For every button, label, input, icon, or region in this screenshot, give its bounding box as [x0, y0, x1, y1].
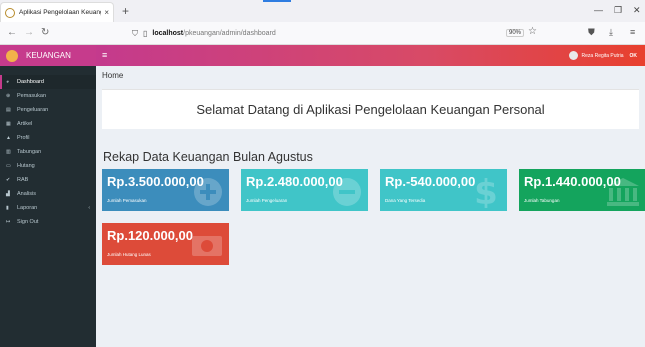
- user-icon: ▲: [6, 135, 11, 141]
- sidebar-item-dashboard[interactable]: ◕ Dashboard: [0, 75, 96, 89]
- sidebar-item-pengeluaran[interactable]: ▤ Pengeluaran: [0, 103, 96, 117]
- stat-amount: Rp.3.500.000,00: [107, 174, 204, 189]
- favicon-icon: [5, 7, 15, 18]
- svg-text:$: $: [474, 174, 498, 208]
- url-path: /pkeuangan/admin/dashboard: [183, 30, 276, 37]
- main-content: Home Selamat Datang di Aplikasi Pengelol…: [96, 66, 645, 347]
- sidebar-item-laporan[interactable]: ▮ Laporan ‹: [0, 201, 96, 215]
- sidebar-menu: ◕ Dashboard ⊕ Pemasukan ▤ Pengeluaran ▦ …: [0, 75, 96, 229]
- stat-label: Jumlah Pemasukan: [107, 198, 147, 203]
- download-icon[interactable]: ⤓: [609, 27, 613, 38]
- user-name: Reza Regita Putria: [581, 52, 624, 59]
- shield-icon: ⛉: [132, 28, 138, 38]
- dashboard-icon: ◕: [6, 79, 10, 85]
- stat-label: Jumlah Hutang Lunas: [107, 252, 151, 257]
- stat-amount: Rp.120.000,00: [107, 228, 194, 243]
- address-bar[interactable]: ⛉ ▯ localhost /pkeuangan/admin/dashboard: [132, 25, 552, 42]
- welcome-box: Selamat Datang di Aplikasi Pengelolaan K…: [102, 89, 639, 129]
- minimize-icon[interactable]: —: [594, 5, 603, 15]
- sidebar: KEUANGAN MAIN NAVIGATION ◕ Dashboard ⊕ P…: [0, 45, 96, 347]
- tab-title: Aplikasi Pengelolaan Keuangan: [19, 9, 101, 16]
- chevron-left-icon: ‹: [88, 205, 90, 211]
- sidebar-item-label: Pengeluaran: [17, 107, 49, 113]
- logo-icon: [6, 49, 18, 62]
- newspaper-icon: ▦: [6, 121, 11, 127]
- user-menu[interactable]: Reza Regita Putria OK: [568, 51, 638, 60]
- sidebar-item-label: Pemasukan: [17, 93, 47, 99]
- back-icon[interactable]: ←: [7, 27, 17, 38]
- check-icon: ✔: [6, 177, 11, 183]
- restore-icon[interactable]: ❐: [614, 5, 622, 16]
- sidebar-item-label: Dashboard: [17, 79, 44, 85]
- avatar: [568, 51, 578, 60]
- sidebar-item-profil[interactable]: ▲ Profil: [0, 131, 96, 145]
- bookmark-star-icon[interactable]: ☆: [528, 26, 537, 37]
- sidebar-item-label: Hutang: [17, 163, 35, 169]
- stat-label: Dana Yang Tersedia: [385, 198, 426, 203]
- sidebar-item-label: RAB: [17, 177, 29, 183]
- close-window-icon[interactable]: ✕: [633, 5, 641, 16]
- file-icon: ▮: [6, 205, 9, 211]
- tab-close-icon[interactable]: ×: [104, 8, 109, 17]
- sidebar-item-tabungan[interactable]: ▥ Tabungan: [0, 145, 96, 159]
- stat-amount: Rp.-540.000,00: [385, 174, 476, 189]
- pocket-icon[interactable]: ⛊: [588, 27, 595, 38]
- logout-button[interactable]: OK: [630, 53, 638, 59]
- new-tab-button[interactable]: +: [122, 4, 129, 18]
- sidebar-item-analisis[interactable]: ▟ Analisis: [0, 187, 96, 201]
- stat-label: Jumlah Tabungan: [524, 198, 560, 203]
- stat-label: Jumlah Pengeluaran: [246, 198, 288, 203]
- sidebar-item-label: Analisis: [17, 191, 36, 197]
- browser-tab-bar: Aplikasi Pengelolaan Keuangan × + — ❐ ✕: [0, 0, 645, 22]
- sidebar-item-label: Sign Out: [17, 219, 39, 225]
- stat-amount: Rp.2.480.000,00: [246, 174, 343, 189]
- money-icon: [192, 236, 222, 256]
- sidebar-item-label: Artikel: [17, 121, 33, 127]
- sidebar-item-pemasukan[interactable]: ⊕ Pemasukan: [0, 89, 96, 103]
- stat-box-pemasukan[interactable]: Rp.3.500.000,00 Jumlah Pemasukan: [102, 169, 229, 211]
- user-panel: MAIN NAVIGATION: [0, 66, 96, 80]
- sidebar-toggle-icon[interactable]: ≡: [102, 50, 107, 60]
- top-navbar: ≡ Reza Regita Putria OK: [96, 45, 645, 66]
- reload-icon[interactable]: ↻: [41, 27, 49, 38]
- brand-name: KEUANGAN: [26, 51, 71, 60]
- browser-tab[interactable]: Aplikasi Pengelolaan Keuangan ×: [0, 2, 114, 22]
- recap-title: Rekap Data Keuangan Bulan Agustus: [103, 150, 313, 164]
- breadcrumb[interactable]: Home: [102, 71, 123, 80]
- stat-box-hutang[interactable]: Rp.120.000,00 Jumlah Hutang Lunas: [102, 223, 229, 265]
- stat-amount: Rp.1.440.000,00: [524, 174, 621, 189]
- sidebar-item-rab[interactable]: ✔ RAB: [0, 173, 96, 187]
- url-host: localhost: [152, 30, 184, 37]
- sidebar-item-label: Laporan: [17, 205, 38, 211]
- stat-box-pengeluaran[interactable]: Rp.2.480.000,00 Jumlah Pengeluaran: [241, 169, 368, 211]
- sidebar-item-hutang[interactable]: ▭ Hutang: [0, 159, 96, 173]
- menu-icon[interactable]: ≡: [630, 27, 635, 37]
- sidebar-item-label: Tabungan: [17, 149, 42, 155]
- tab-accent-line: [263, 0, 291, 2]
- stat-box-dana[interactable]: $ Rp.-540.000,00 Dana Yang Tersedia: [380, 169, 507, 211]
- brand[interactable]: KEUANGAN: [0, 45, 96, 66]
- money-icon: ▭: [6, 163, 11, 169]
- page-icon: ▯: [143, 29, 148, 38]
- sidebar-item-sign-out[interactable]: ↦ Sign Out: [0, 215, 96, 229]
- dollar-icon: $: [474, 174, 498, 208]
- sign-out-icon: ↦: [6, 219, 11, 225]
- stat-box-tabungan[interactable]: Rp.1.440.000,00 Jumlah Tabungan: [519, 169, 645, 211]
- sidebar-item-artikel[interactable]: ▦ Artikel: [0, 117, 96, 131]
- bar-chart-icon: ▟: [6, 191, 10, 197]
- welcome-text: Selamat Datang di Aplikasi Pengelolaan K…: [196, 102, 545, 117]
- minus-icon: ▤: [6, 107, 11, 113]
- browser-toolbar: ← → ↻ ⛉ ▯ localhost /pkeuangan/admin/das…: [0, 22, 645, 45]
- forward-icon[interactable]: →: [24, 27, 34, 38]
- plus-circle-icon: ⊕: [6, 93, 11, 99]
- sidebar-item-label: Profil: [17, 135, 30, 141]
- bank-icon: ▥: [6, 149, 11, 155]
- zoom-level[interactable]: 90%: [506, 29, 525, 37]
